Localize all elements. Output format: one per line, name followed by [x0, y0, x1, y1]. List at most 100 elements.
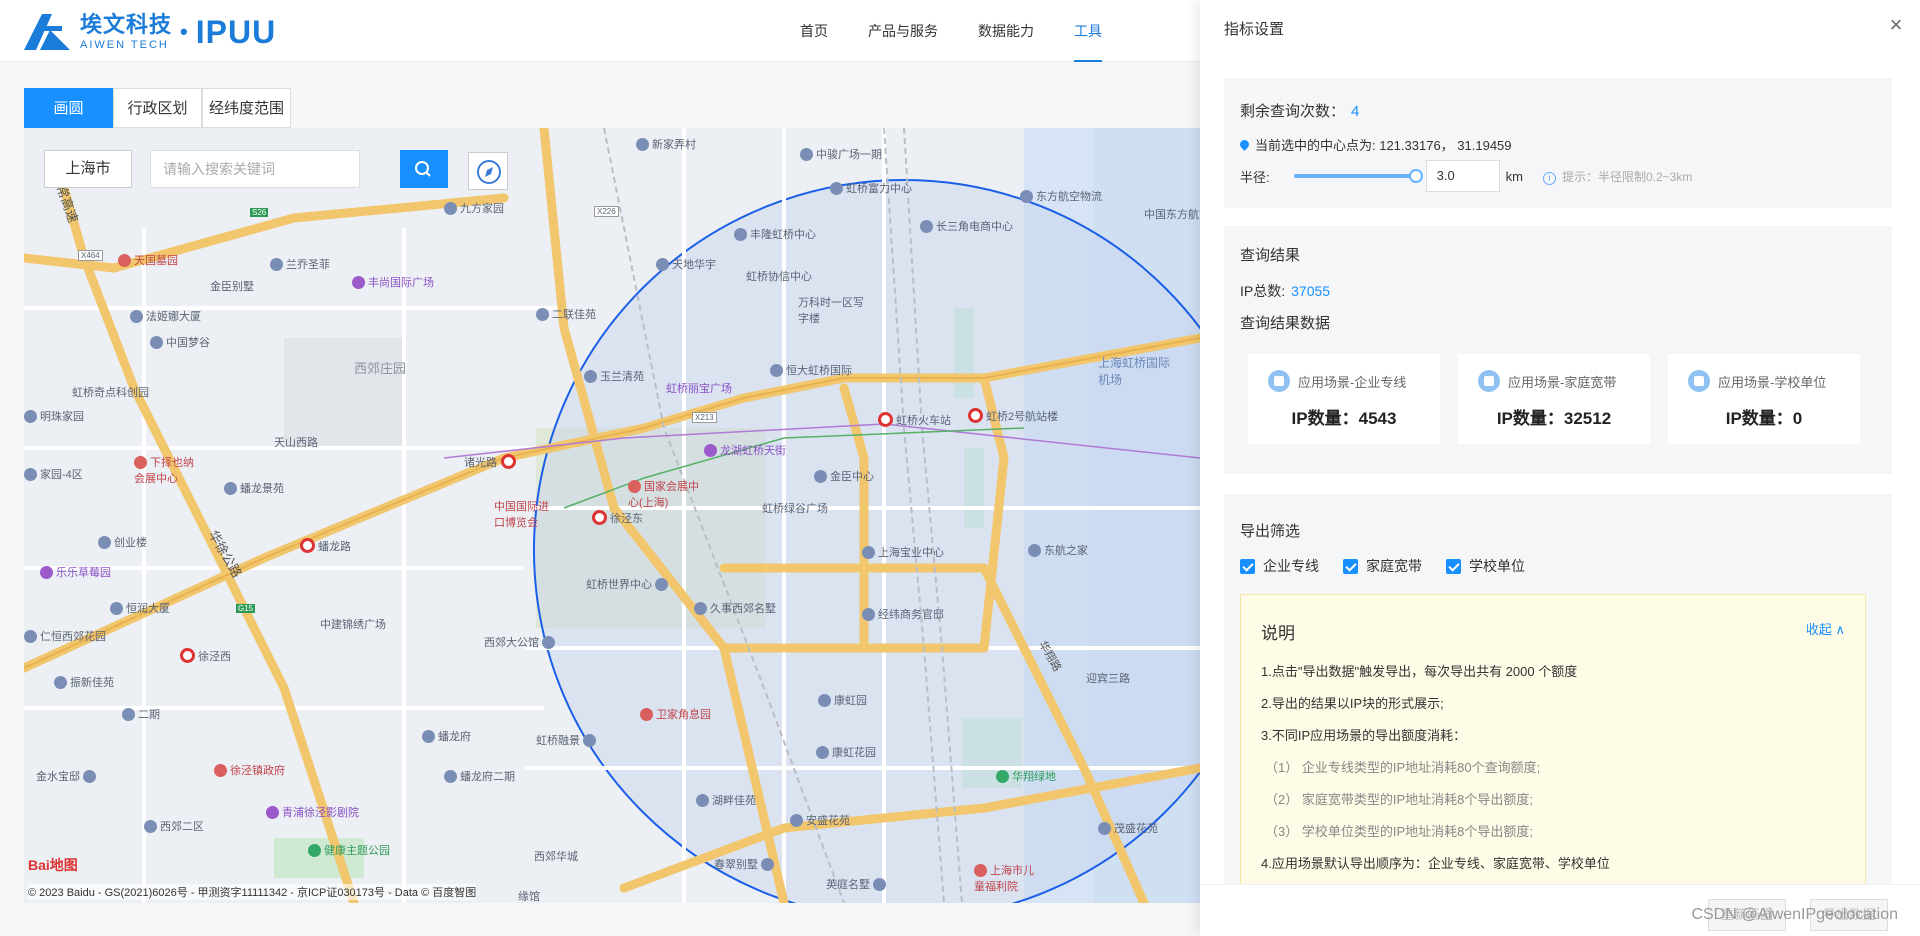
indicator-settings-drawer: 指标设置 × 剩余查询次数： 4 当前选中的中心点为: 121.33176， 31…	[1200, 0, 1920, 936]
map-label: 西郊二区	[144, 818, 204, 834]
road-shield: X464	[78, 250, 103, 261]
slider-handle[interactable]	[1408, 169, 1423, 183]
map-label: 经纬商务官邸	[862, 606, 944, 622]
map-label: 中骏广场一期	[800, 146, 882, 162]
compass-button[interactable]	[468, 152, 508, 190]
map-label: 虹桥奇点科创园	[72, 387, 149, 399]
radius-label: 半径:	[1240, 169, 1270, 185]
map-label: 蟠龙府二期	[444, 768, 515, 784]
tab-admin-region[interactable]: 行政区划	[113, 88, 202, 128]
location-pin-icon	[1238, 138, 1251, 151]
info-icon: i	[1542, 171, 1556, 185]
map-label: 徐泾东	[592, 510, 643, 526]
map-label: 中建锦绣广场	[320, 619, 386, 631]
map-label: 振新佳苑	[54, 674, 114, 690]
export-filter-card: 导出筛选 企业专线 家庭宽带 学校单位 说明 收起 ∧ 1.点击"导出数据"触发…	[1224, 494, 1892, 884]
map-search-button[interactable]	[400, 150, 448, 188]
map-label: 久事西郊名墅	[694, 600, 776, 616]
map-label: 天地华宇	[656, 256, 716, 272]
map-label: 虹桥协信中心	[746, 271, 812, 283]
nav-data[interactable]: 数据能力	[978, 0, 1034, 62]
nav-products[interactable]: 产品与服务	[868, 0, 938, 62]
map-label: 诸光路	[464, 454, 519, 470]
map-label: 仁恒西郊花园	[24, 628, 106, 644]
scene-icon	[1478, 370, 1500, 392]
map-label: 金臣别墅	[210, 281, 254, 293]
map-label: 丰隆虹桥中心	[734, 226, 816, 242]
nav-home[interactable]: 首页	[800, 0, 828, 62]
center-point-info: 当前选中的中心点为: 121.33176， 31.19459	[1238, 135, 1512, 154]
map-label: 丰尚国际广场	[352, 274, 434, 290]
logo-cn-text: 埃文科技	[80, 11, 173, 37]
note-line: （3） 学校单位类型的IP地址消耗8个导出额度;	[1265, 824, 1533, 839]
map-label: 虹桥世界中心	[586, 576, 671, 592]
map-label: 天山西路	[274, 437, 318, 449]
map-label: 万科时一区写字楼	[798, 297, 864, 325]
map-copyright: © 2023 Baidu - GS(2021)6026号 - 甲测资字11111…	[28, 884, 477, 900]
logo-mark-icon	[22, 12, 72, 52]
map-label: 中国梦谷	[150, 334, 210, 350]
export-checkboxes: 企业专线 家庭宽带 学校单位	[1240, 556, 1549, 576]
map-label: 健康主题公园	[308, 842, 390, 858]
checkbox-home[interactable]: 家庭宽带	[1343, 556, 1422, 576]
radius-input[interactable]: 3.0	[1425, 160, 1500, 192]
map-label: 二联佳苑	[536, 306, 596, 322]
map-label: 新家弄村	[636, 136, 696, 152]
map-search-input[interactable]: 请输入搜索关键词	[150, 150, 360, 188]
checkbox-enterprise[interactable]: 企业专线	[1240, 556, 1319, 576]
brand-name: IPUU	[195, 13, 277, 50]
map-label: 东方航空物流	[1020, 188, 1102, 204]
map-label: 青浦徐泾影剧院	[266, 804, 359, 820]
scene-icon	[1688, 370, 1710, 392]
map-label: 虹桥2号航站楼	[968, 408, 1058, 424]
search-icon	[415, 161, 431, 177]
note-line: 3.不同IP应用场景的导出额度消耗：	[1261, 728, 1467, 743]
map-label: 西郊庄园	[354, 361, 407, 376]
note-line: （2） 家庭宽带类型的IP地址消耗8个导出额度;	[1265, 792, 1533, 807]
map-label: 迎宾三路	[1086, 673, 1130, 685]
result-card-home: 应用场景-家庭宽带 IP数量：32512	[1458, 354, 1650, 444]
nav-tools[interactable]: 工具	[1074, 0, 1102, 62]
results-data-title: 查询结果数据	[1240, 315, 1331, 332]
map-label: 西郊华城	[534, 851, 578, 863]
results-title: 查询结果	[1240, 247, 1301, 264]
map-label: 恒润大厦	[110, 600, 170, 616]
ip-count: IP数量：0	[1725, 409, 1803, 428]
map-label: 茂盛花苑	[1098, 820, 1158, 836]
map-label: 上海市儿童福利院	[974, 864, 1034, 893]
close-icon[interactable]: ×	[1886, 14, 1906, 36]
map-label: 徐泾西	[180, 648, 231, 664]
tab-latlng-range[interactable]: 经纬度范围	[202, 88, 291, 128]
map-label: 缘馆	[518, 891, 540, 903]
query-settings-card: 剩余查询次数： 4 当前选中的中心点为: 121.33176， 31.19459 …	[1224, 78, 1892, 208]
map-label: 二期	[122, 706, 160, 722]
map-label: 徐泾镇政府	[214, 762, 285, 778]
map-canvas[interactable]: 新家弄村 中骏广场一期 虹桥富力中心 东方航空物流 中国东方航空 九方家园 丰隆…	[24, 128, 1200, 903]
watermark: CSDN @AiwenIPgeolocation	[1691, 906, 1898, 923]
site-logo[interactable]: 埃文科技 AIWEN TECH • IPUU	[22, 12, 276, 52]
road-shield: X226	[594, 206, 619, 217]
radius-slider[interactable]	[1293, 169, 1423, 183]
map-label: 英庭名墅	[826, 876, 889, 892]
city-selector[interactable]: 上海市	[44, 150, 132, 188]
chevron-up-icon: ∧	[1835, 622, 1845, 637]
road-shield: G15	[236, 604, 256, 613]
map-label: 乐乐草莓园	[40, 564, 111, 580]
collapse-toggle[interactable]: 收起 ∧	[1806, 619, 1845, 638]
remaining-queries: 剩余查询次数： 4	[1240, 103, 1360, 120]
map-label: 家园-4区	[24, 466, 83, 482]
map-label: 卫家角息园	[640, 706, 711, 722]
tab-draw-circle[interactable]: 画圆	[24, 88, 113, 128]
map-label: 上海宝业中心	[862, 544, 944, 560]
checkbox-school[interactable]: 学校单位	[1446, 556, 1525, 576]
instructions-panel: 说明 收起 ∧ 1.点击"导出数据"触发导出，每次导出共有 2000 个额度 2…	[1240, 594, 1866, 884]
note-title: 说明	[1261, 624, 1295, 643]
compass-icon	[477, 160, 501, 184]
baidu-map-logo: Bai地图	[28, 857, 78, 873]
map-label: 中国东方航空	[1144, 209, 1200, 221]
map-label: 华翔绿地	[996, 768, 1056, 784]
map-label: 蟠龙景苑	[224, 480, 284, 496]
map-label: 国家会展中心(上海)	[628, 480, 699, 509]
map-label: 虹桥火车站	[878, 412, 951, 428]
radius-unit: km	[1505, 168, 1523, 184]
